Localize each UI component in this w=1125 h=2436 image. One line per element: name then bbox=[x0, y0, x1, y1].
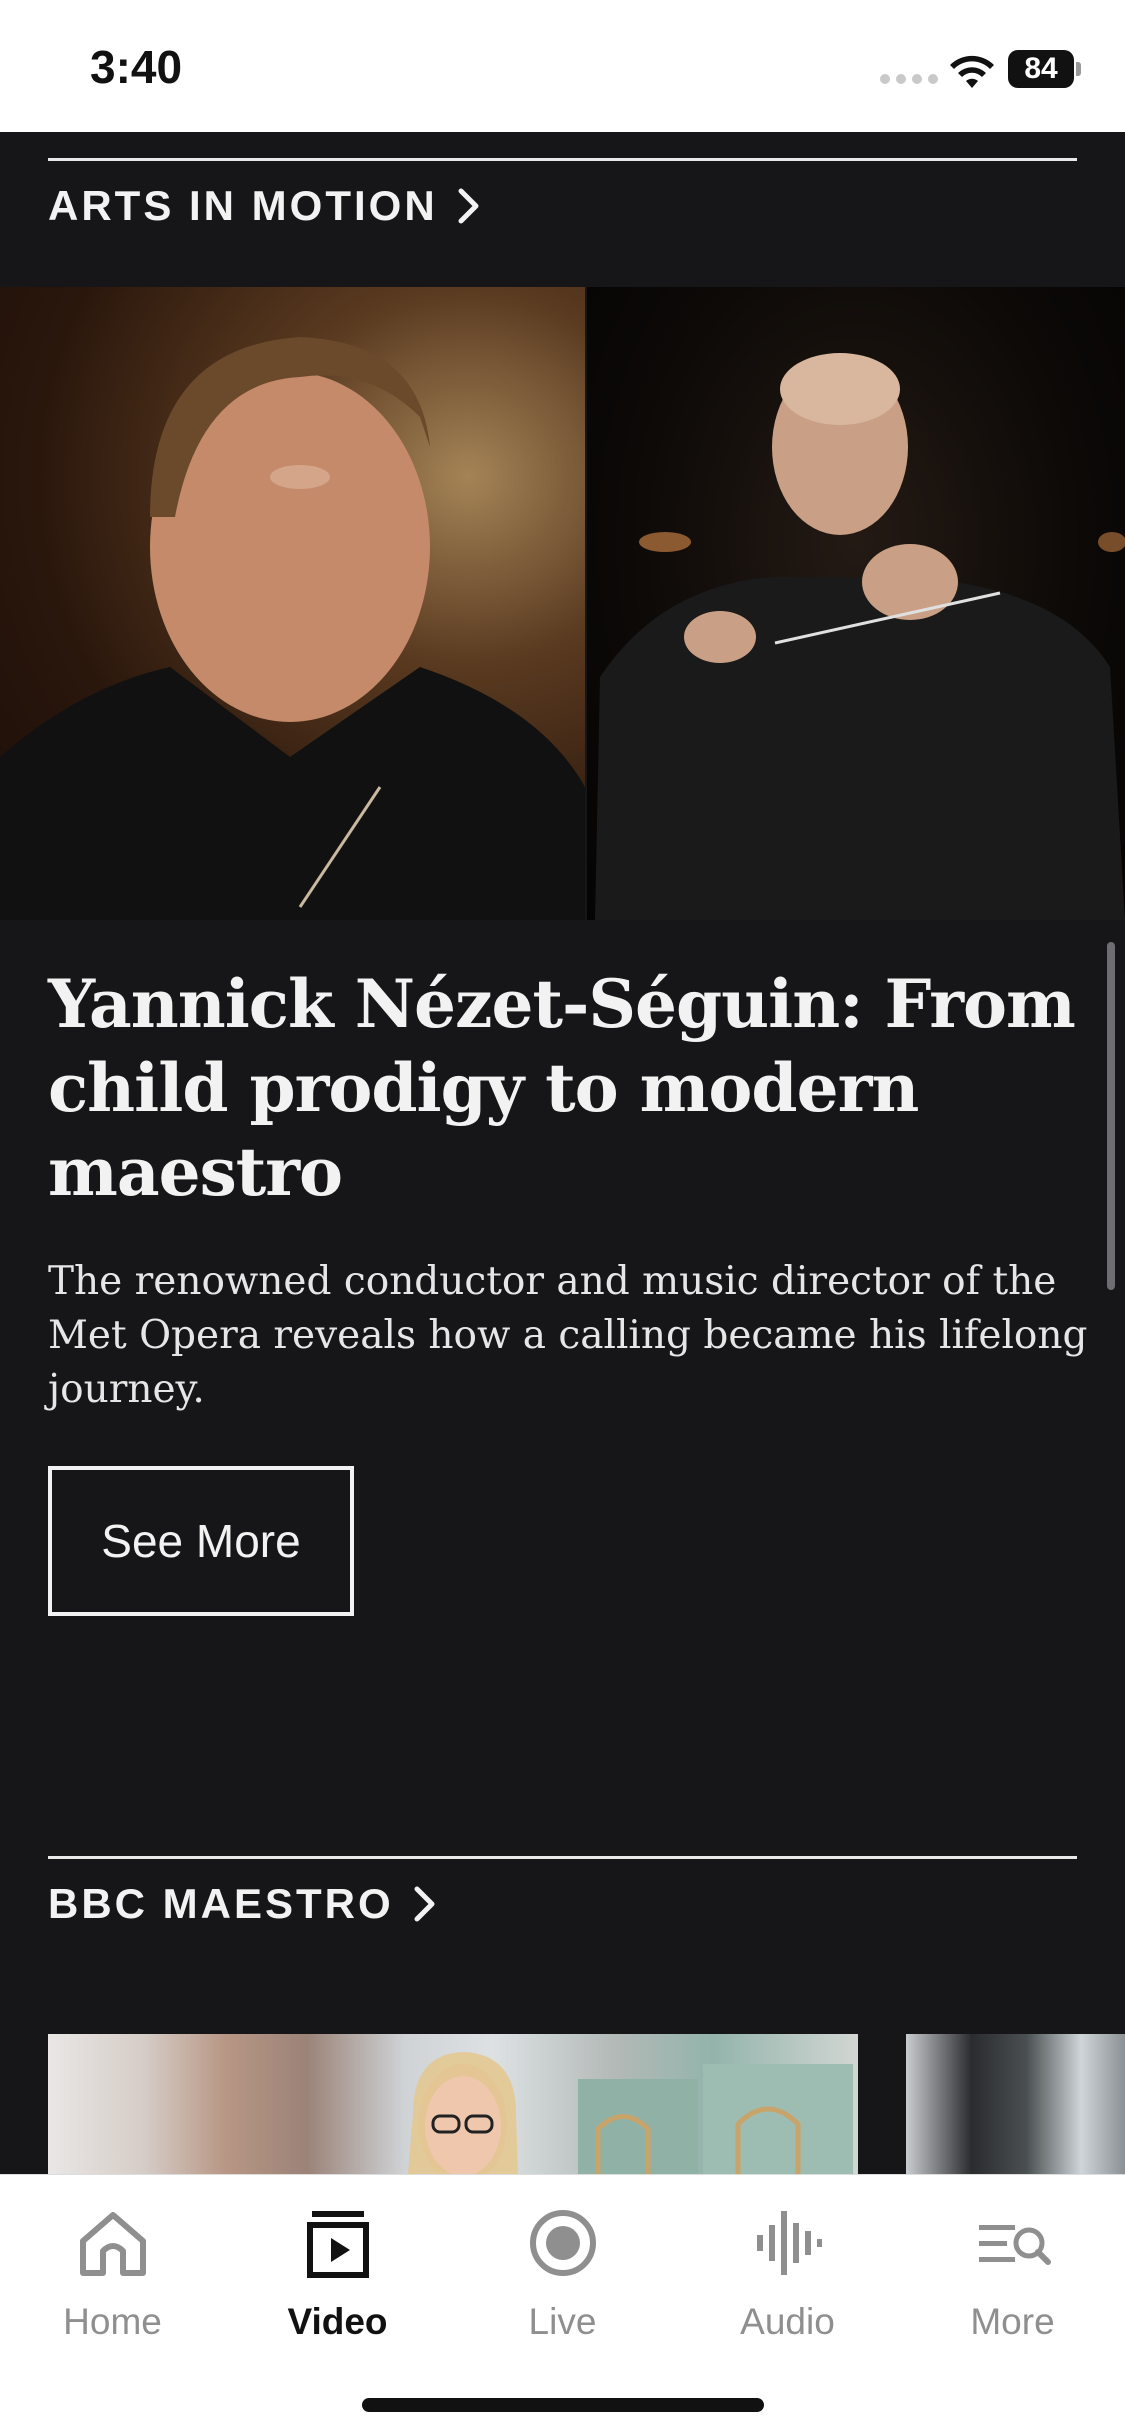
nav-label: Home bbox=[63, 2301, 162, 2342]
home-icon bbox=[79, 2212, 146, 2276]
nav-label: Audio bbox=[740, 2301, 835, 2342]
nav-item-more[interactable]: More bbox=[900, 2203, 1125, 2373]
nav-label: Live bbox=[528, 2301, 597, 2342]
section-title: ARTS IN MOTION bbox=[48, 182, 438, 229]
article-description: The renowned conductor and music directo… bbox=[48, 1259, 1088, 1412]
section-header-arts-in-motion[interactable]: ARTS IN MOTION bbox=[48, 182, 482, 230]
video-icon bbox=[306, 2211, 369, 2278]
battery-tip bbox=[1076, 62, 1081, 76]
screen: 3:40 84 ARTS IN MOTION Yannick Nézet-Ség… bbox=[0, 0, 1125, 2436]
carousel-card-thumbnail[interactable] bbox=[48, 2034, 858, 2174]
cellular-signal-icon bbox=[880, 74, 938, 84]
article-title[interactable]: Yannick Nézet-Séguin: From child prodigy… bbox=[48, 962, 1088, 1214]
card-thumbnail-illustration bbox=[408, 2052, 853, 2174]
status-time: 3:40 bbox=[90, 41, 183, 93]
nav-item-audio[interactable]: Audio bbox=[675, 2203, 900, 2373]
wifi-icon bbox=[950, 55, 994, 88]
nav-item-video[interactable]: Video bbox=[225, 2203, 450, 2373]
section-header-bbc-maestro[interactable]: BBC MAESTRO bbox=[48, 1880, 438, 1928]
hero-illustration bbox=[0, 337, 1125, 920]
hero-image[interactable] bbox=[0, 287, 1125, 920]
nav-item-home[interactable]: Home bbox=[0, 2203, 225, 2373]
live-icon bbox=[529, 2210, 596, 2276]
bottom-navigation: Home Video Live Audio More bbox=[0, 2174, 1125, 2436]
section-divider bbox=[48, 158, 1077, 161]
section-divider bbox=[48, 1856, 1077, 1859]
status-bar: 3:40 84 bbox=[0, 0, 1125, 132]
section-title: BBC MAESTRO bbox=[48, 1880, 394, 1927]
audio-icon bbox=[756, 2211, 822, 2275]
scrollbar[interactable] bbox=[1107, 942, 1115, 1290]
home-indicator[interactable] bbox=[362, 2398, 764, 2412]
nav-label: More bbox=[970, 2301, 1055, 2342]
see-more-button[interactable]: See More bbox=[48, 1466, 354, 1616]
nav-label: Video bbox=[287, 2301, 388, 2342]
battery-icon: 84 bbox=[1008, 50, 1074, 88]
more-search-icon bbox=[978, 2225, 1051, 2265]
chevron-right-icon bbox=[458, 188, 479, 224]
nav-item-live[interactable]: Live bbox=[450, 2203, 675, 2373]
chevron-right-icon bbox=[414, 1886, 435, 1922]
carousel-card-thumbnail[interactable] bbox=[906, 2034, 1125, 2174]
